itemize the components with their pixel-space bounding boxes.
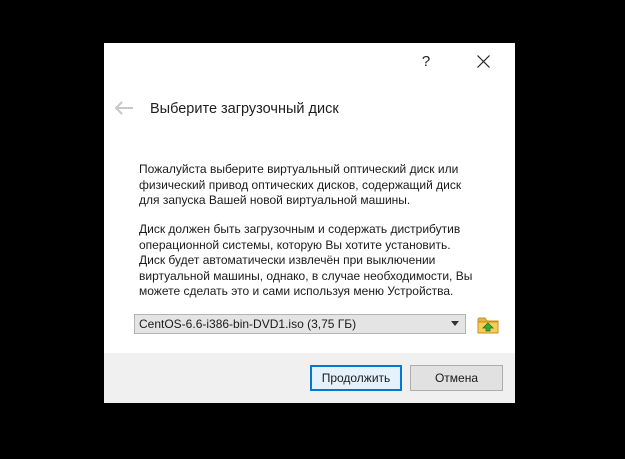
text-line: виртуальной машины, однако, в случае нео… bbox=[139, 268, 473, 283]
browse-disk-button[interactable] bbox=[477, 314, 499, 336]
text-line: для запуска Вашей новой виртуальной маши… bbox=[139, 193, 411, 207]
disk-select-dropdown[interactable]: CentOS-6.6-i386-bin-DVD1.iso (3,75 ГБ) bbox=[134, 314, 466, 334]
dialog-footer: Продолжить Отмена bbox=[104, 353, 515, 403]
folder-icon bbox=[477, 317, 499, 334]
back-arrow-icon bbox=[114, 101, 133, 115]
close-button[interactable] bbox=[466, 49, 502, 75]
text-line: физический привод оптических дисков, сод… bbox=[139, 177, 462, 192]
chevron-down-icon bbox=[451, 321, 459, 326]
close-icon bbox=[477, 55, 490, 68]
back-button[interactable] bbox=[114, 101, 134, 115]
dialog-window: ? Выберите загрузочный диск Пожалуйста в… bbox=[104, 43, 515, 403]
text-line: Диск должен быть загрузочным и содержать… bbox=[139, 222, 461, 236]
disk-select-value: CentOS-6.6-i386-bin-DVD1.iso (3,75 ГБ) bbox=[139, 317, 357, 331]
help-button[interactable]: ? bbox=[411, 49, 441, 75]
text-line: Диск будет автоматически извлечён при вы… bbox=[139, 253, 436, 267]
text-line: Пожалуйста выберите виртуальный оптическ… bbox=[139, 162, 459, 176]
continue-button[interactable]: Продолжить bbox=[310, 365, 402, 391]
text-line: операционной системы, которую Вы хотите … bbox=[139, 237, 451, 252]
text-line: можете сделать это и сами используя меню… bbox=[139, 284, 454, 298]
title-bar: ? bbox=[104, 43, 515, 81]
page-title: Выберите загрузочный диск bbox=[150, 101, 339, 117]
description-paragraph-2: Диск должен быть загрузочным и содержать… bbox=[139, 222, 499, 300]
description-paragraph-1: Пожалуйста выберите виртуальный оптическ… bbox=[139, 162, 499, 209]
cancel-button[interactable]: Отмена bbox=[410, 365, 503, 391]
